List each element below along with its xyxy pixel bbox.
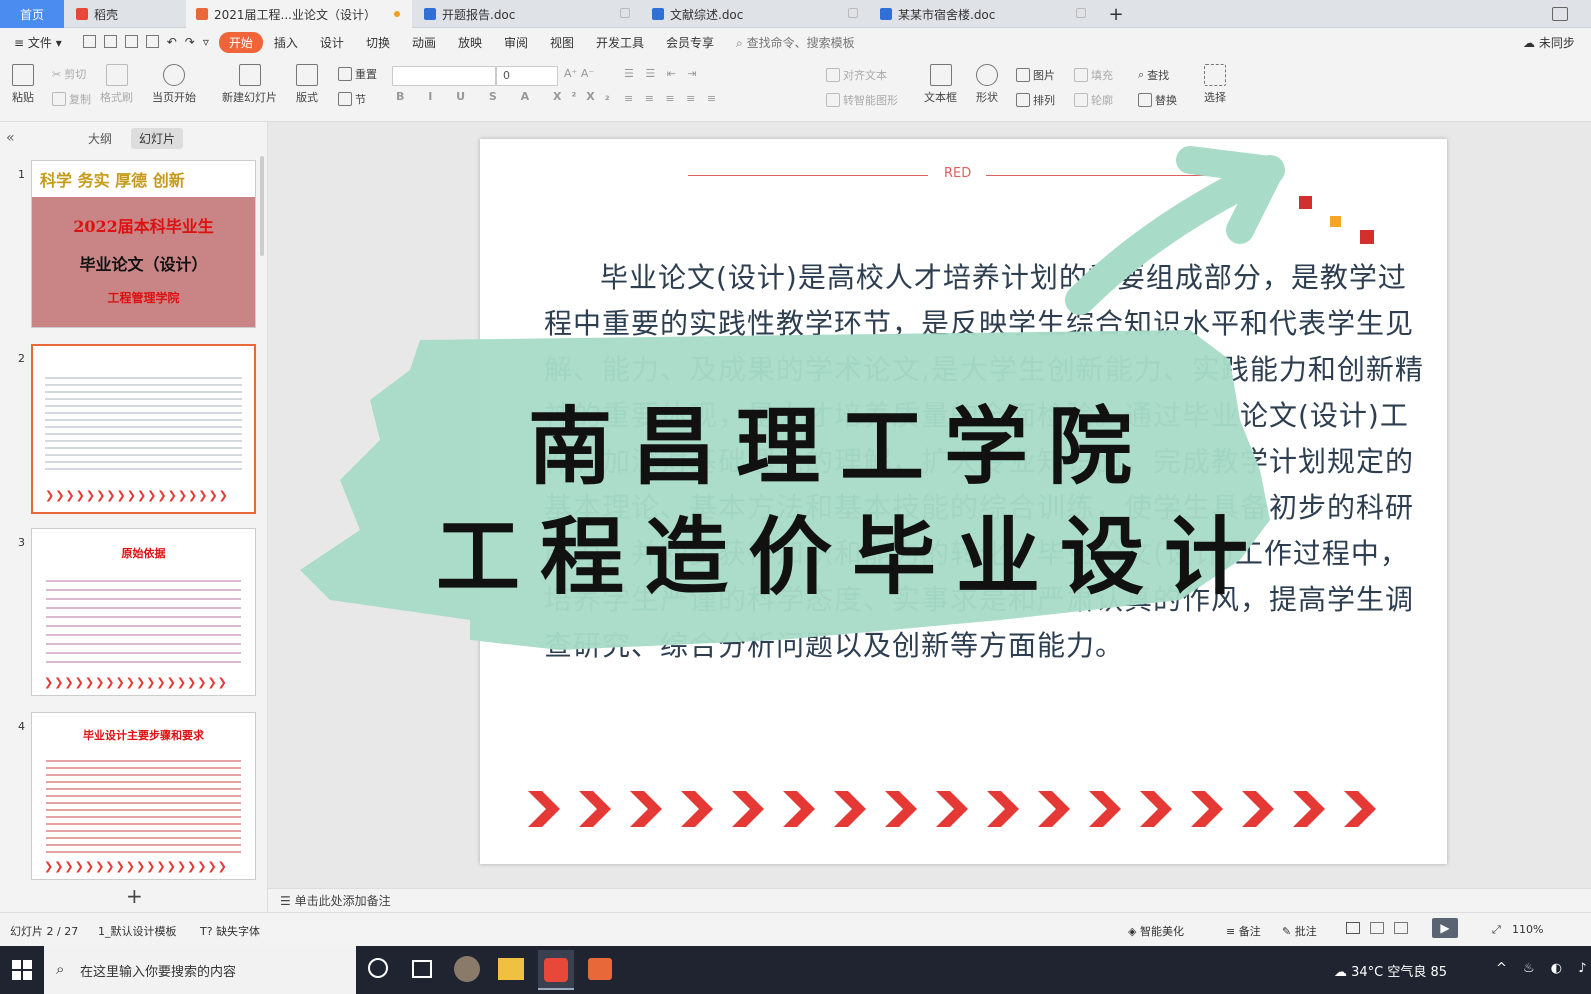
cortana-icon[interactable]: [368, 958, 388, 978]
comments-label: 批注: [1294, 925, 1317, 938]
smart-beautify-button[interactable]: ◈ 智能美化: [1128, 923, 1184, 939]
wps-taskbar-button[interactable]: [538, 950, 574, 990]
overlay-title-line2: 工程造价毕业设计: [436, 507, 1269, 606]
play-slideshow-button[interactable]: ▶: [1432, 918, 1458, 938]
beautify-label: 智能美化: [1139, 925, 1184, 938]
font-warning-icon: T?: [200, 925, 217, 938]
notes-toggle-button[interactable]: ≡ 备注: [1226, 923, 1261, 939]
taskbar-search[interactable]: ⌕ 在这里输入你要搜索的内容: [44, 946, 356, 994]
slide-counter: 幻灯片 2 / 27: [10, 925, 79, 938]
comments-button[interactable]: ✎ 批注: [1282, 923, 1317, 939]
sorter-view-icon[interactable]: [1370, 922, 1384, 934]
template-name[interactable]: 1_默认设计模板: [98, 923, 177, 939]
status-bar: 幻灯片 2 / 27 1_默认设计模板 T? 缺失字体 ◈ 智能美化 ≡ 备注 …: [0, 912, 1591, 946]
normal-view-icon[interactable]: [1346, 922, 1360, 934]
weather-label: 34°C 空气良 85: [1351, 965, 1448, 980]
overlay-title-line1: 南昌理工学院: [528, 397, 1153, 496]
windows-start-icon[interactable]: [12, 960, 32, 980]
presentation-app-icon[interactable]: [588, 958, 612, 980]
taskbar-search-placeholder: 在这里输入你要搜索的内容: [80, 964, 237, 980]
search-icon: ⌕: [56, 960, 65, 978]
notes-placeholder: 单击此处添加备注: [294, 894, 391, 908]
file-explorer-icon[interactable]: [498, 958, 524, 980]
beautify-icon: ◈: [1128, 925, 1140, 938]
notes-toggle-icon: ≡: [1226, 925, 1239, 938]
system-tray-icons[interactable]: ^ ♨ ◐ ♪: [1496, 961, 1591, 976]
notes-toggle-label: 备注: [1238, 925, 1261, 938]
reading-view-icon[interactable]: [1394, 922, 1408, 934]
app-avatar-icon[interactable]: [454, 956, 480, 982]
task-view-icon[interactable]: [412, 960, 432, 978]
missing-font-label: 缺失字体: [216, 925, 261, 938]
weather-widget[interactable]: ☁ 34°C 空气良 85: [1334, 961, 1447, 980]
cloud-icon: ☁: [1334, 965, 1352, 980]
wps-icon: [544, 958, 568, 982]
fit-window-icon[interactable]: ⤢: [1492, 923, 1501, 937]
comment-icon: ✎: [1282, 925, 1295, 938]
zoom-level[interactable]: 110%: [1512, 923, 1543, 936]
notes-bar[interactable]: ☰ 单击此处添加备注: [268, 888, 1591, 912]
notes-icon: ☰: [280, 894, 295, 908]
missing-font-button[interactable]: T? 缺失字体: [200, 923, 260, 939]
